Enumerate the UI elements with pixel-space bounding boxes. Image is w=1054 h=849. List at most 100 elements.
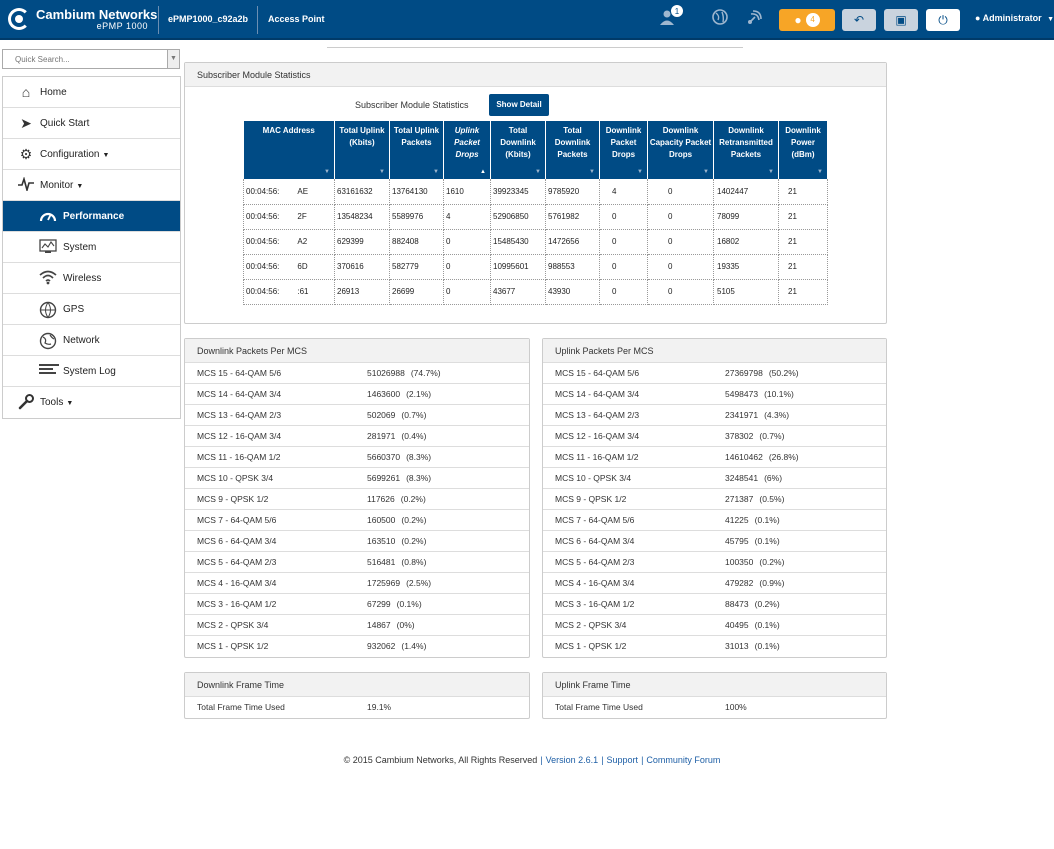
mcs-value: 281971 (0.4%): [367, 431, 426, 441]
column-header-uplink-packet-drops[interactable]: Uplink Packet Drops ▲: [443, 121, 491, 179]
sort-icon[interactable]: ▼: [637, 166, 643, 178]
sidebar-item-quick-start[interactable]: ➤ Quick Start: [3, 108, 180, 139]
table-cell: 1402447: [713, 179, 779, 205]
support-link[interactable]: Support: [607, 755, 639, 765]
sidebar-item-home[interactable]: ⌂ Home: [3, 77, 180, 108]
sidebar-item-tools[interactable]: Tools ▼: [3, 387, 180, 418]
percentage: (0%): [396, 620, 415, 630]
sidebar-item-performance[interactable]: Performance: [3, 201, 180, 232]
percentage: (2.1%): [406, 389, 432, 399]
column-header-total-downlink-packets[interactable]: Total Downlink Packets ▼: [545, 121, 600, 179]
sort-icon[interactable]: ▼: [768, 166, 774, 178]
list-item: Total Frame Time Used 19.1%: [185, 697, 529, 718]
user-name: Administrator: [982, 13, 1042, 23]
cambium-logo[interactable]: Cambium Networks ePMP 1000: [8, 6, 158, 34]
sort-icon[interactable]: ▼: [589, 166, 595, 178]
list-item: MCS 1 - QPSK 1/2 31013 (0.1%): [543, 636, 886, 657]
satellite-icon[interactable]: [744, 8, 766, 30]
community-forum-link[interactable]: Community Forum: [646, 755, 720, 765]
mcs-value: 67299 (0.1%): [367, 599, 422, 609]
packet-count: 51026988: [367, 368, 405, 378]
sort-icon[interactable]: ▼: [703, 166, 709, 178]
mac-suffix: 2F: [297, 212, 307, 221]
quick-search-input[interactable]: [3, 50, 163, 68]
column-header-downlink-packet-drops[interactable]: Downlink Packet Drops ▼: [599, 121, 648, 179]
sidebar-item-gps[interactable]: GPS: [3, 294, 180, 325]
packet-count: 5660370: [367, 452, 401, 462]
list-item: MCS 14 - 64-QAM 3/4 5498473 (10.1%): [543, 384, 886, 405]
chevron-down-icon[interactable]: ▼: [167, 50, 179, 68]
mcs-label: MCS 6 - 64-QAM 3/4: [197, 536, 277, 546]
packet-count: 271387: [725, 494, 754, 504]
uplink-mcs-list: MCS 15 - 64-QAM 5/6 27369798 (50.2%) MCS 14…: [543, 363, 886, 657]
column-header-downlink-power[interactable]: Downlink Power (dBm) ▼: [778, 121, 828, 179]
table-cell: 16802: [713, 229, 779, 255]
sort-icon[interactable]: ▼: [324, 166, 330, 178]
table-row[interactable]: 00:04:56: 2F 13548234 5589976 4 52906850 57619…: [243, 204, 828, 230]
user-menu[interactable]: ● Administrator ▼: [975, 13, 1054, 23]
table-cell: 0: [647, 229, 714, 255]
sidebar-item-system-log[interactable]: System Log: [3, 356, 180, 387]
sidebar-item-label: System: [63, 242, 97, 253]
sm-statistics-table: MAC Address ▼ Total Uplink (Kbits) ▼ Total…: [243, 121, 828, 305]
sort-ascending-icon[interactable]: ▲: [480, 166, 486, 178]
downlink-mcs-panel: Downlink Packets Per MCS MCS 15 - 64-QAM…: [184, 338, 530, 658]
undo-button[interactable]: ↶: [842, 9, 876, 31]
table-cell: 0: [443, 254, 491, 280]
sidebar-item-wireless[interactable]: Wireless: [3, 263, 180, 294]
version-link[interactable]: Version 2.6.1: [546, 755, 599, 765]
list-item: MCS 11 - 16-QAM 1/2 5660370 (8.3%): [185, 447, 529, 468]
list-item: MCS 2 - QPSK 3/4 14867 (0%): [185, 615, 529, 636]
sort-icon[interactable]: ▼: [433, 166, 439, 178]
panel-title: Subscriber Module Statistics: [185, 63, 886, 87]
table-row[interactable]: 00:04:56: AE 63161632 13764130 1610 39923345 9…: [243, 179, 828, 205]
mcs-label: MCS 9 - QPSK 1/2: [197, 494, 269, 504]
packet-count: 1463600: [367, 389, 401, 399]
table-cell: 0: [647, 179, 714, 205]
percentage: (0.5%): [759, 494, 785, 504]
column-header-total-uplink-packets[interactable]: Total Uplink Packets ▼: [389, 121, 444, 179]
table-cell: 21: [778, 204, 828, 230]
table-cell: 26699: [389, 279, 444, 305]
table-cell: 5589976: [389, 204, 444, 230]
sort-icon[interactable]: ▼: [535, 166, 541, 178]
sort-icon[interactable]: ▼: [817, 166, 823, 178]
mac-suffix: A2: [297, 237, 308, 246]
mcs-label: MCS 5 - 64-QAM 2/3: [555, 557, 635, 567]
mcs-value: 1725969 (2.5%): [367, 578, 431, 588]
table-cell: 988553: [545, 254, 600, 280]
table-row[interactable]: 00:04:56: 6D 370616 582779 0 10995601 988553 0 0…: [243, 254, 828, 280]
copyright-text: © 2015 Cambium Networks, All Rights Rese…: [343, 755, 538, 765]
table-cell: 52906850: [490, 204, 546, 230]
column-header-total-downlink-kbits[interactable]: Total Downlink (Kbits) ▼: [490, 121, 546, 179]
sidebar-item-network[interactable]: Network: [3, 325, 180, 356]
sidebar-item-system[interactable]: System: [3, 232, 180, 263]
list-item: MCS 2 - QPSK 3/4 40495 (0.1%): [543, 615, 886, 636]
reboot-button[interactable]: ⏻: [926, 9, 960, 31]
sort-icon[interactable]: ▼: [379, 166, 385, 178]
globe-icon[interactable]: [709, 8, 731, 30]
mcs-value: 502069 (0.7%): [367, 410, 426, 420]
mcs-value: 5699261 (8.3%): [367, 473, 431, 483]
wrench-icon: [17, 394, 35, 410]
sidebar-item-monitor[interactable]: Monitor ▼: [3, 170, 180, 201]
mcs-label: MCS 2 - QPSK 3/4: [197, 620, 269, 630]
column-header-downlink-capacity-drops[interactable]: Downlink Capacity Packet Drops ▼: [647, 121, 714, 179]
column-header-downlink-retransmitted[interactable]: Downlink Retransmitted Packets ▼: [713, 121, 779, 179]
mcs-label: MCS 12 - 16-QAM 3/4: [197, 431, 282, 441]
mcs-value: 271387 (0.5%): [725, 494, 784, 504]
column-header-mac[interactable]: MAC Address ▼: [243, 121, 335, 179]
sidebar-item-configuration[interactable]: ⚙ Configuration ▼: [3, 139, 180, 170]
percentage: (0.1%): [754, 536, 780, 546]
percentage: (0.1%): [754, 641, 780, 651]
column-header-total-uplink-kbits[interactable]: Total Uplink (Kbits) ▼: [334, 121, 390, 179]
quick-search[interactable]: ▼: [2, 49, 180, 69]
uplink-mcs-panel: Uplink Packets Per MCS MCS 15 - 64-QAM 5…: [542, 338, 887, 658]
divider: [257, 6, 258, 34]
mcs-label: MCS 2 - QPSK 3/4: [555, 620, 627, 630]
alerts-button[interactable]: ● 4: [779, 9, 835, 31]
table-row[interactable]: 00:04:56::61 26913 26699 0 43677 43930 0 0 5105 2…: [243, 279, 828, 305]
save-button[interactable]: ▣: [884, 9, 918, 31]
show-detail-button[interactable]: Show Detail: [489, 94, 549, 116]
table-row[interactable]: 00:04:56: A2 629399 882408 0 15485430 1472656 0…: [243, 229, 828, 255]
